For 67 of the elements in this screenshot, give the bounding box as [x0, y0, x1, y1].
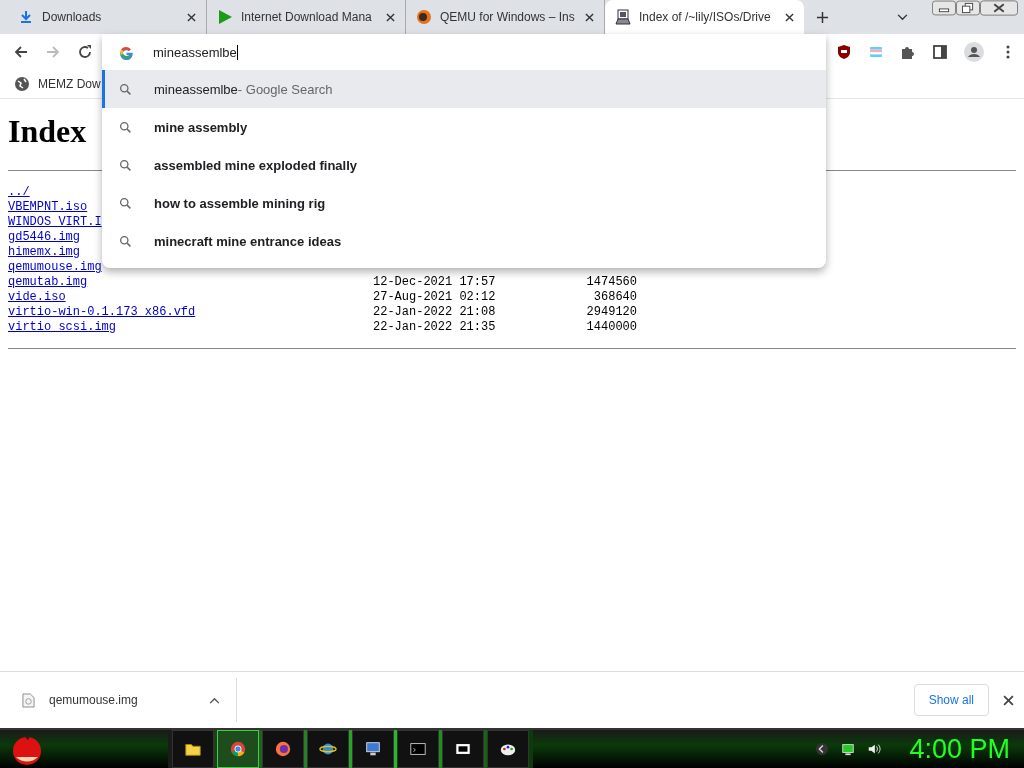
close-icon[interactable] — [187, 12, 196, 22]
search-suggestion[interactable]: mine assembly — [102, 108, 826, 146]
file-date: 22-Jan-2022 21:08 — [373, 305, 497, 320]
puzzle-icon[interactable] — [900, 44, 916, 60]
close-icon[interactable] — [585, 12, 594, 22]
show-all-button[interactable]: Show all — [913, 684, 989, 716]
side-panel-icon[interactable] — [932, 44, 948, 60]
search-icon — [119, 82, 132, 96]
file-link[interactable]: virtio-win-0.1.173_x86.vfd — [8, 305, 373, 320]
close-icon[interactable] — [1003, 694, 1014, 706]
taskbar-button[interactable] — [352, 730, 394, 768]
file-date: 22-Jan-2022 21:35 — [373, 320, 497, 335]
taskbar-button[interactable] — [487, 730, 529, 768]
profile-icon[interactable] — [964, 42, 984, 62]
restore-icon[interactable] — [956, 0, 980, 16]
download-filename[interactable]: qemumouse.img — [49, 693, 195, 707]
taskbar-button[interactable] — [307, 730, 349, 768]
shield-icon[interactable] — [836, 44, 852, 60]
file-link[interactable]: virtio_scsi.img — [8, 320, 373, 335]
browser-tab[interactable]: Index of /~lily/ISOs/Drive — [605, 0, 804, 34]
page-heading: Index — [8, 113, 87, 150]
search-icon — [119, 234, 132, 248]
taskbar-button[interactable] — [262, 730, 304, 768]
search-icon — [119, 158, 132, 172]
volume-icon[interactable] — [867, 742, 882, 756]
caret-icon[interactable] — [209, 696, 220, 704]
computer-icon — [615, 9, 631, 25]
tab-search-icon[interactable] — [897, 13, 908, 21]
globe-icon — [14, 76, 30, 92]
bookmark[interactable]: MEMZ Dow — [14, 76, 101, 92]
taskbar-button[interactable] — [397, 730, 439, 768]
file-link[interactable]: vide.iso — [8, 290, 373, 305]
taskbar-button[interactable] — [172, 730, 214, 768]
firefox-icon — [274, 740, 292, 758]
close-icon[interactable] — [980, 0, 1018, 16]
search-suggestion[interactable]: mineassemlbe- Google Search — [102, 70, 826, 108]
close-icon[interactable] — [386, 12, 395, 22]
file-date: 27-Aug-2021 02:12 — [373, 290, 497, 305]
reload-icon[interactable] — [77, 44, 93, 60]
file-date: 12-Dec-2021 17:57 — [373, 275, 497, 290]
search-icon — [119, 196, 132, 210]
back-icon[interactable] — [13, 44, 29, 60]
file-size: 1440000 — [585, 320, 637, 335]
console-icon — [409, 740, 427, 758]
download-icon — [18, 9, 34, 25]
file-size: 368640 — [592, 290, 637, 305]
clock: 4:00 PM — [909, 733, 1010, 765]
file-icon — [22, 692, 35, 708]
close-icon[interactable] — [785, 12, 794, 22]
new-tab-icon[interactable] — [816, 10, 829, 24]
taskbar-button[interactable] — [442, 730, 484, 768]
search-suggestion[interactable]: assembled mine exploded finally — [102, 146, 826, 184]
browser-icon — [229, 740, 247, 758]
google-icon — [119, 44, 134, 60]
network-icon[interactable] — [841, 742, 856, 756]
search-suggestion[interactable]: minecraft mine entrance ideas — [102, 222, 826, 260]
file-size: 1474560 — [585, 275, 637, 290]
monitor-icon — [364, 740, 382, 758]
search-icon — [119, 120, 132, 134]
address-field[interactable]: mineassemlbe — [153, 44, 238, 60]
file-size: 2949120 — [585, 305, 637, 320]
start-button[interactable] — [10, 732, 44, 766]
play-icon — [217, 9, 233, 25]
search-suggestion[interactable]: how to assemble mining rig — [102, 184, 826, 222]
minimize-icon[interactable] — [932, 0, 956, 16]
chevron-icon[interactable] — [815, 742, 830, 756]
file-link[interactable]: qemutab.img — [8, 275, 373, 290]
